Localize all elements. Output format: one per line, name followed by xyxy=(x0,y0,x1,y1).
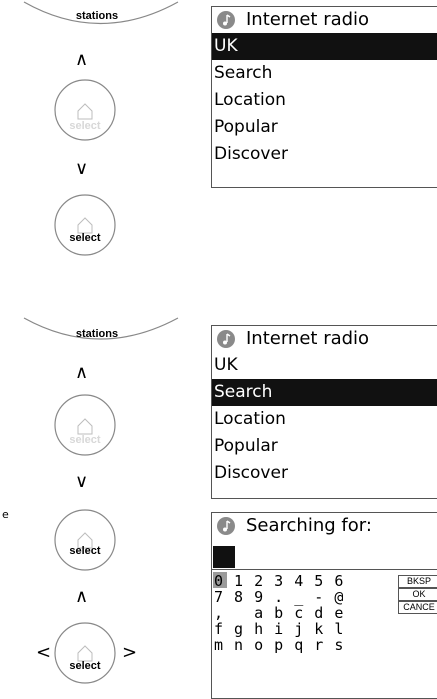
stations-knob-label-2[interactable]: stations xyxy=(67,328,127,340)
menu-item-location-2[interactable]: Location xyxy=(212,406,437,433)
lcd-screen-1: Internet radio UK Search Location Popula… xyxy=(211,6,437,188)
search-title: Searching for: xyxy=(246,515,372,536)
up-arrow-icon-2: ∧ xyxy=(75,362,89,383)
text-cursor[interactable] xyxy=(213,546,235,568)
music-note-icon-3 xyxy=(217,517,235,535)
lcd-title-2: Internet radio xyxy=(246,328,370,349)
keyboard-row-3[interactable]: , a b c d e xyxy=(214,605,344,621)
lcd-title-row-2: Internet radio xyxy=(212,326,437,352)
select-button-upper-2[interactable]: select xyxy=(55,434,115,446)
music-note-icon-2 xyxy=(217,330,235,348)
cancel-button[interactable]: CANCE xyxy=(398,601,437,614)
music-note-icon xyxy=(217,11,235,29)
menu-item-search-2[interactable]: Search xyxy=(212,379,437,406)
select-button-middle-2[interactable]: select xyxy=(55,545,115,557)
select-button-upper[interactable]: select xyxy=(55,120,115,132)
select-button-lower[interactable]: select xyxy=(55,232,115,244)
right-arrow-icon: > xyxy=(122,642,138,663)
up-arrow-icon-3: ∧ xyxy=(75,586,89,607)
menu-item-discover[interactable]: Discover xyxy=(212,141,437,168)
up-arrow-icon: ∧ xyxy=(75,49,89,70)
menu-item-uk-2[interactable]: UK xyxy=(212,352,437,379)
menu-item-search[interactable]: Search xyxy=(212,60,437,87)
stations-knob-label[interactable]: stations xyxy=(67,10,127,22)
keyboard-row-5[interactable]: m n o p q r s xyxy=(214,637,344,653)
keyboard-row-1[interactable]: 0 1 2 3 4 5 6 xyxy=(214,573,344,589)
menu-item-uk[interactable]: UK xyxy=(212,33,437,60)
search-title-row: Searching for: xyxy=(212,513,437,539)
keyboard-row-2[interactable]: 7 8 9 . _ - @ xyxy=(214,589,344,605)
select-button-lower-2[interactable]: select xyxy=(55,660,115,672)
left-edge-char: e xyxy=(2,508,9,521)
down-arrow-icon: ∨ xyxy=(75,158,89,179)
lcd-screen-2: Internet radio UK Search Location Popula… xyxy=(211,325,437,499)
ok-button[interactable]: OK xyxy=(398,588,437,601)
backspace-button[interactable]: BKSP xyxy=(398,575,437,588)
left-arrow-icon: < xyxy=(36,642,52,663)
menu-item-location[interactable]: Location xyxy=(212,87,437,114)
input-underline xyxy=(212,569,437,570)
lcd-title: Internet radio xyxy=(246,9,370,30)
menu-item-popular[interactable]: Popular xyxy=(212,114,437,141)
search-screen: Searching for: 0 1 2 3 4 5 6 7 8 9 . _ -… xyxy=(211,512,437,699)
menu-item-discover-2[interactable]: Discover xyxy=(212,460,437,487)
keyboard-row-4[interactable]: f g h i j k l xyxy=(214,621,344,637)
menu-item-popular-2[interactable]: Popular xyxy=(212,433,437,460)
down-arrow-icon-2: ∨ xyxy=(75,471,89,492)
lcd-title-row: Internet radio xyxy=(212,7,437,33)
